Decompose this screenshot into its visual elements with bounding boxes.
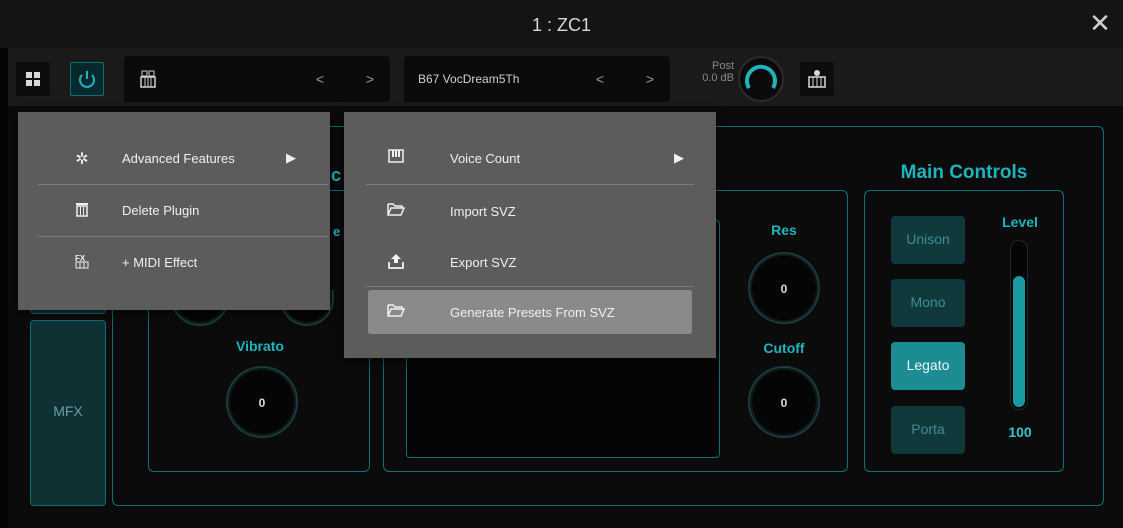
folder-open-icon xyxy=(384,202,408,221)
menu-separator xyxy=(366,286,694,287)
cutoff-value: 0 xyxy=(780,396,788,410)
gear-icon: ✲ xyxy=(75,151,89,168)
plugin-icon xyxy=(140,70,156,88)
res-knob[interactable]: 0 xyxy=(748,252,820,324)
window-title: 1 : ZC1 xyxy=(531,15,592,35)
power-button[interactable] xyxy=(70,62,104,96)
res-value: 0 xyxy=(780,282,788,296)
modulation-label-fragment: e xyxy=(333,224,341,239)
sidebar-tab-mfx[interactable]: MFX xyxy=(30,320,106,506)
preset-selector[interactable]: B67 VocDream5Th < > xyxy=(404,56,670,102)
level-value: 100 xyxy=(1008,424,1032,440)
grid-button[interactable] xyxy=(16,62,50,96)
export-icon xyxy=(384,253,408,274)
power-icon xyxy=(79,71,95,88)
folder-open-icon xyxy=(384,303,408,322)
menu-item-export-svz[interactable]: Export SVZ xyxy=(450,255,516,270)
vibrato-value: 0 xyxy=(258,396,266,410)
vibrato-label: Vibrato xyxy=(236,338,284,354)
mfx-label: MFX xyxy=(53,403,83,419)
menu-separator xyxy=(38,184,328,185)
porta-button[interactable]: Porta xyxy=(891,406,965,454)
menu-item-generate-presets[interactable]: Generate Presets From SVZ xyxy=(368,290,692,334)
menu-separator xyxy=(38,236,328,237)
keyboard-icon xyxy=(808,70,826,88)
cutoff-label: Cutoff xyxy=(763,340,805,356)
left-edge xyxy=(0,48,8,528)
close-button[interactable]: ✕ xyxy=(1085,8,1115,38)
plugin-selector[interactable]: < > xyxy=(124,56,390,102)
menu-item-midi-effect[interactable]: + MIDI Effect xyxy=(122,255,197,270)
plugin-next-button[interactable]: > xyxy=(360,69,380,89)
menu-item-import-svz[interactable]: Import SVZ xyxy=(450,204,516,219)
menu-separator xyxy=(366,184,694,185)
menu-item-voice-count[interactable]: Voice Count xyxy=(450,151,520,166)
vibrato-knob[interactable]: 0 xyxy=(226,366,298,438)
main-controls-title: Main Controls xyxy=(900,162,1028,183)
menu-item-generate-presets-label: Generate Presets From SVZ xyxy=(450,305,615,320)
level-label: Level xyxy=(1002,214,1038,230)
submenu-arrow-icon: ▶ xyxy=(286,150,296,165)
mono-button[interactable]: Mono xyxy=(891,279,965,327)
preset-name: B67 VocDream5Th xyxy=(418,72,520,86)
preset-prev-button[interactable]: < xyxy=(590,69,610,89)
legato-button[interactable]: Legato xyxy=(891,342,965,390)
fx-icon: FX xyxy=(70,253,94,274)
level-slider-fill xyxy=(1013,276,1025,407)
output-knob-arc xyxy=(745,64,777,90)
submenu-arrow-icon: ▶ xyxy=(674,150,684,165)
menu-item-delete-plugin[interactable]: Delete Plugin xyxy=(122,203,199,218)
keyboard-button[interactable] xyxy=(800,62,834,96)
preset-next-button[interactable]: > xyxy=(640,69,660,89)
output-readout: Post 0.0 dB xyxy=(684,60,734,84)
res-label: Res xyxy=(771,222,797,238)
advanced-features-submenu: Voice Count ▶ Import SVZ Export SVZ Gene… xyxy=(344,112,716,358)
modulation-title-fragment: c xyxy=(331,165,342,185)
trash-icon xyxy=(70,201,94,222)
piano-icon xyxy=(384,149,408,168)
output-label: Post xyxy=(711,60,734,72)
unison-button[interactable]: Unison xyxy=(891,216,965,264)
grid-icon xyxy=(26,72,40,86)
context-menu: ✲ Advanced Features ▶ Delete Plugin FX +… xyxy=(18,112,330,310)
cutoff-knob[interactable]: 0 xyxy=(748,366,820,438)
output-knob[interactable] xyxy=(738,56,784,102)
level-slider[interactable] xyxy=(1010,240,1028,410)
menu-item-advanced-features[interactable]: Advanced Features xyxy=(122,151,235,166)
plugin-prev-button[interactable]: < xyxy=(310,69,330,89)
output-value: 0.0 dB xyxy=(702,72,734,84)
